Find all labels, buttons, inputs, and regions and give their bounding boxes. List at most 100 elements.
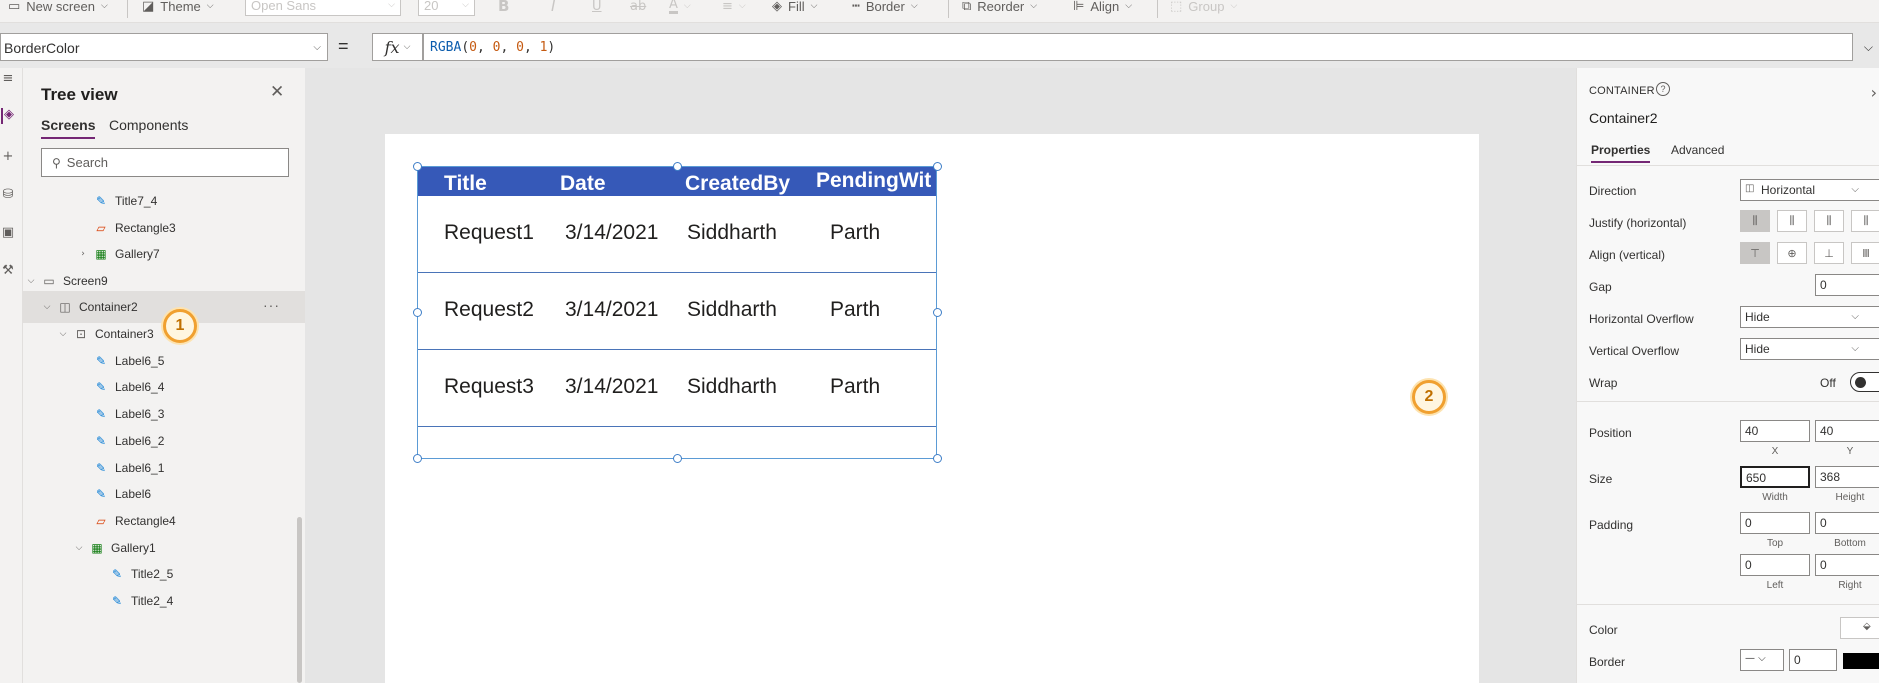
tab-advanced[interactable]: Advanced bbox=[1671, 143, 1724, 157]
align-bottom-icon[interactable]: ⊥ bbox=[1814, 242, 1844, 264]
formula-input[interactable]: RGBA(0, 0, 0, 1) bbox=[423, 33, 1853, 61]
resize-handle[interactable] bbox=[673, 454, 682, 463]
resize-handle[interactable] bbox=[933, 308, 942, 317]
justify-end-icon[interactable]: ⫼ bbox=[1814, 210, 1844, 232]
padding-left-input[interactable]: 0 bbox=[1740, 554, 1810, 576]
gallery-icon: ▦ bbox=[95, 247, 107, 261]
size-width-input[interactable]: 650 bbox=[1740, 466, 1810, 488]
screen9-canvas[interactable]: Title Date CreatedBy PendingWit Request1… bbox=[385, 134, 1479, 683]
tab-properties[interactable]: Properties bbox=[1591, 143, 1651, 163]
tree-item-label: Label6 bbox=[115, 487, 152, 501]
text-align-button[interactable]: ≡ ⌵ bbox=[722, 0, 746, 16]
resize-handle[interactable] bbox=[413, 162, 422, 171]
position-y-input[interactable]: 40 bbox=[1815, 420, 1879, 442]
underline-button[interactable]: U bbox=[592, 0, 602, 16]
control-name[interactable]: Container2 bbox=[1589, 110, 1658, 126]
container2-selected[interactable]: Title Date CreatedBy PendingWit Request1… bbox=[413, 162, 942, 463]
vertical-overflow-label: Vertical Overflow bbox=[1589, 344, 1680, 358]
strikethrough-icon: ab bbox=[630, 0, 647, 14]
new-screen-label: New screen bbox=[26, 0, 95, 14]
justify-space-between-icon[interactable]: ⫼ bbox=[1851, 210, 1879, 232]
left-caption: Left bbox=[1766, 580, 1784, 591]
italic-button[interactable]: I bbox=[551, 0, 555, 16]
gap-input[interactable]: 0 bbox=[1815, 274, 1879, 296]
chevron-down-icon: ⌵ bbox=[206, 0, 214, 11]
direction-dropdown[interactable]: ◫ Horizontal ⌵ bbox=[1740, 179, 1879, 201]
reorder-button[interactable]: ⧉ Reorder ⌵ bbox=[962, 0, 1037, 16]
resize-handle[interactable] bbox=[933, 162, 942, 171]
bold-button[interactable]: B bbox=[498, 0, 509, 16]
resize-handle[interactable] bbox=[413, 454, 422, 463]
justify-center-icon[interactable]: ⫼ bbox=[1777, 210, 1807, 232]
vertical-overflow-dropdown[interactable]: Hide ⌵ bbox=[1740, 338, 1879, 360]
new-screen-button[interactable]: ▭ New screen ⌵ bbox=[8, 0, 108, 16]
tree-scrollbar[interactable] bbox=[297, 517, 302, 683]
label-icon: ✎ bbox=[95, 354, 107, 368]
position-x-input[interactable]: 40 bbox=[1740, 420, 1810, 442]
property-select[interactable]: BorderColor ⌵ bbox=[0, 33, 328, 61]
group-button[interactable]: ⬚ Group ⌵ bbox=[1170, 0, 1237, 16]
gallery-row[interactable]: Request3 3/14/2021 Siddharth Parth bbox=[418, 350, 936, 427]
chevron-right-icon[interactable]: › bbox=[77, 249, 89, 259]
font-size-select[interactable]: 20 ⌵ bbox=[418, 0, 475, 16]
resize-handle[interactable] bbox=[933, 454, 942, 463]
expand-formula-icon[interactable]: ⌵ bbox=[1864, 41, 1873, 53]
border-width-input[interactable]: 0 bbox=[1789, 649, 1837, 671]
gallery-row[interactable]: Request2 3/14/2021 Siddharth Parth bbox=[418, 273, 936, 350]
resize-handle[interactable] bbox=[673, 162, 682, 171]
color-label: Color bbox=[1589, 623, 1618, 637]
border-color-swatch[interactable] bbox=[1843, 653, 1879, 669]
header-title: Title bbox=[444, 172, 487, 195]
chevron-down-icon[interactable]: ⌵ bbox=[25, 276, 37, 286]
search-input[interactable] bbox=[66, 155, 267, 170]
align-middle-icon[interactable]: ⊕ bbox=[1777, 242, 1807, 264]
chevron-down-icon[interactable]: ⌵ bbox=[73, 543, 85, 553]
top-caption: Top bbox=[1766, 538, 1784, 549]
chevron-down-icon[interactable]: ⌵ bbox=[57, 329, 69, 339]
data-icon[interactable]: ⛁ bbox=[1, 188, 15, 204]
border-button[interactable]: ┅ Border ⌵ bbox=[852, 0, 918, 16]
tab-components[interactable]: Components bbox=[109, 117, 188, 133]
resize-handle[interactable] bbox=[413, 308, 422, 317]
chevron-down-icon[interactable]: ⌵ bbox=[41, 302, 53, 312]
theme-button[interactable]: ◪ Theme ⌵ bbox=[142, 0, 214, 16]
cell-pendingwith: Parth bbox=[830, 221, 881, 244]
horizontal-overflow-dropdown[interactable]: Hide ⌵ bbox=[1740, 306, 1879, 328]
help-icon[interactable]: ? bbox=[1656, 82, 1670, 96]
border-style-dropdown[interactable]: — ⌵ bbox=[1740, 649, 1784, 671]
color-picker[interactable]: ⬙ bbox=[1840, 617, 1879, 639]
media-icon[interactable]: ▣ bbox=[1, 226, 15, 242]
chevron-right-icon[interactable]: › bbox=[1871, 85, 1877, 101]
theme-label: Theme bbox=[160, 0, 201, 14]
command-toolbar: ▭ New screen ⌵ ◪ Theme ⌵ Open Sans ⌵ 20 … bbox=[0, 0, 1879, 23]
padding-bottom-input[interactable]: 0 bbox=[1815, 512, 1879, 534]
chevron-down-icon: ⌵ bbox=[313, 42, 321, 53]
padding-right-input[interactable]: 0 bbox=[1815, 554, 1879, 576]
align-button[interactable]: ⊫ Align ⌵ bbox=[1073, 0, 1132, 16]
more-options-icon[interactable]: ··· bbox=[263, 297, 280, 313]
wrap-toggle[interactable] bbox=[1850, 372, 1879, 392]
strikethrough-button[interactable]: ab bbox=[630, 0, 646, 16]
font-family-select[interactable]: Open Sans ⌵ bbox=[245, 0, 401, 16]
plus-icon[interactable]: + bbox=[1, 150, 15, 166]
size-height-input[interactable]: 368 bbox=[1815, 466, 1879, 488]
chevron-down-icon: ⌵ bbox=[1125, 0, 1133, 11]
toolbar-divider bbox=[1157, 0, 1158, 18]
tree-item-title2-4[interactable]: ✎ Title2_4 bbox=[23, 585, 305, 617]
font-color-button[interactable]: A ⌵ bbox=[669, 0, 691, 16]
align-top-icon[interactable]: ⊤ bbox=[1740, 242, 1770, 264]
tree-item-label: Rectangle4 bbox=[115, 514, 176, 528]
justify-start-icon[interactable]: ⫼ bbox=[1740, 210, 1770, 232]
align-stretch-icon[interactable]: Ⅲ bbox=[1851, 242, 1879, 264]
menu-icon[interactable]: ≡ bbox=[1, 72, 15, 88]
justify-label: Justify (horizontal) bbox=[1589, 216, 1687, 230]
close-icon[interactable]: ✕ bbox=[270, 84, 284, 101]
fill-button[interactable]: ◈ Fill ⌵ bbox=[772, 0, 817, 16]
gallery-row[interactable]: Request1 3/14/2021 Siddharth Parth bbox=[418, 196, 936, 273]
function-button[interactable]: fx ⌵ bbox=[372, 33, 423, 61]
advanced-tools-icon[interactable]: ⚒ bbox=[1, 264, 15, 280]
padding-top-input[interactable]: 0 bbox=[1740, 512, 1810, 534]
direction-label: Direction bbox=[1589, 184, 1637, 198]
layers-icon[interactable]: ◈ bbox=[1, 108, 15, 124]
tab-screens[interactable]: Screens bbox=[41, 117, 96, 139]
